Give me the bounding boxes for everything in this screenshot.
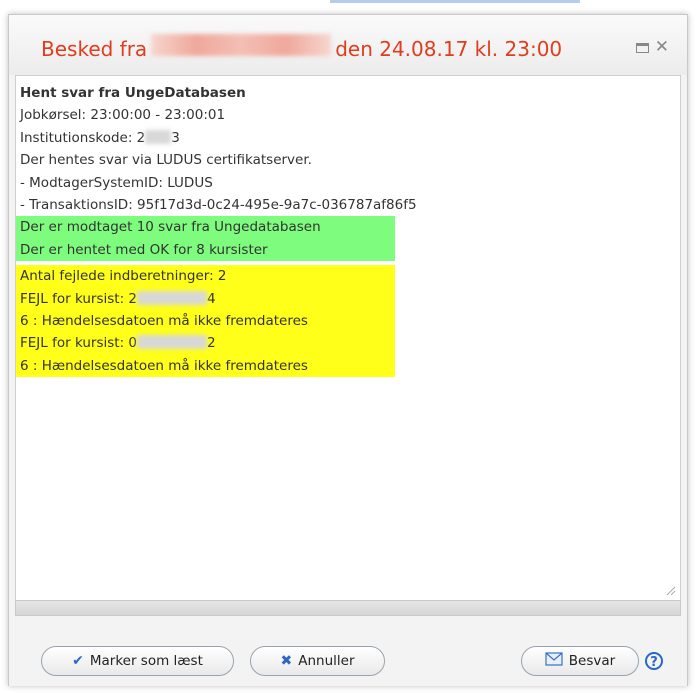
received-line: Der er modtaget 10 svar fra Ungedatabase… [20,219,321,236]
checkmark-icon: ✔ [72,653,84,669]
error-2-reason: 6 : Hændelsesdatoen må ikke fremdateres [20,357,308,374]
cancel-button[interactable]: ✖ Annuller [250,646,385,676]
top-strip [0,0,699,8]
redacted-sender [151,34,332,56]
close-icon[interactable]: ✕ [655,39,669,56]
message-dialog: Besked fra den 24.08.17 kl. 23:00 ✕ Hent … [8,14,688,686]
transaction-line: - TransaktionsID: 95f17d3d-0c24-495e-9a7… [20,196,417,213]
ok-line: Der er hentet med OK for 8 kursister [20,241,268,258]
redacted-student-id [137,290,207,305]
message-body: Hent svar fra UngeDatabasen Jobkørsel: 2… [15,75,681,600]
resize-grip-icon[interactable] [664,584,676,596]
maximize-icon[interactable] [635,42,649,53]
job-run-line: Jobkørsel: 23:00:00 - 23:00:01 [20,107,226,124]
dialog-title: Besked fra den 24.08.17 kl. 23:00 [41,34,562,61]
dialog-footer: ✔ Marker som læst ✖ Annuller Besvar ? [9,616,687,686]
dialog-title-suffix: den 24.08.17 kl. 23:00 [335,37,563,61]
reply-mail-icon [545,652,563,670]
reply-button[interactable]: Besvar [521,646,639,676]
failed-count-line: Antal fejlede indberetninger: 2 [20,268,227,285]
redacted-code [145,129,172,144]
message-text: Hent svar fra UngeDatabasen Jobkørsel: 2… [16,82,417,378]
dialog-title-prefix: Besked fra [41,37,148,61]
redacted-student-id [137,335,207,350]
window-buttons: ✕ [635,37,669,56]
cancel-x-icon: ✖ [280,653,293,669]
institution-code-line: Institutionskode: 23 [20,129,180,146]
server-line: Der hentes svar via LUDUS certifikatserv… [20,152,312,169]
error-1-line: FEJL for kursist: 24 [20,290,216,307]
top-strip-line [330,0,580,3]
mark-read-button[interactable]: ✔ Marker som læst [41,646,234,676]
scroll-separator [15,600,681,616]
error-2-line: FEJL for kursist: 02 [20,335,216,352]
dialog-titlebar: Besked fra den 24.08.17 kl. 23:00 ✕ [9,15,687,75]
success-block: Der er modtaget 10 svar fra Ungedatabase… [16,216,395,262]
error-block: Antal fejlede indberetninger: 2 FEJL for… [16,265,395,378]
help-icon[interactable]: ? [645,652,663,670]
receiver-line: - ModtagerSystemID: LUDUS [20,174,213,191]
error-1-reason: 6 : Hændelsesdatoen må ikke fremdateres [20,312,308,329]
message-heading: Hent svar fra UngeDatabasen [20,85,246,101]
